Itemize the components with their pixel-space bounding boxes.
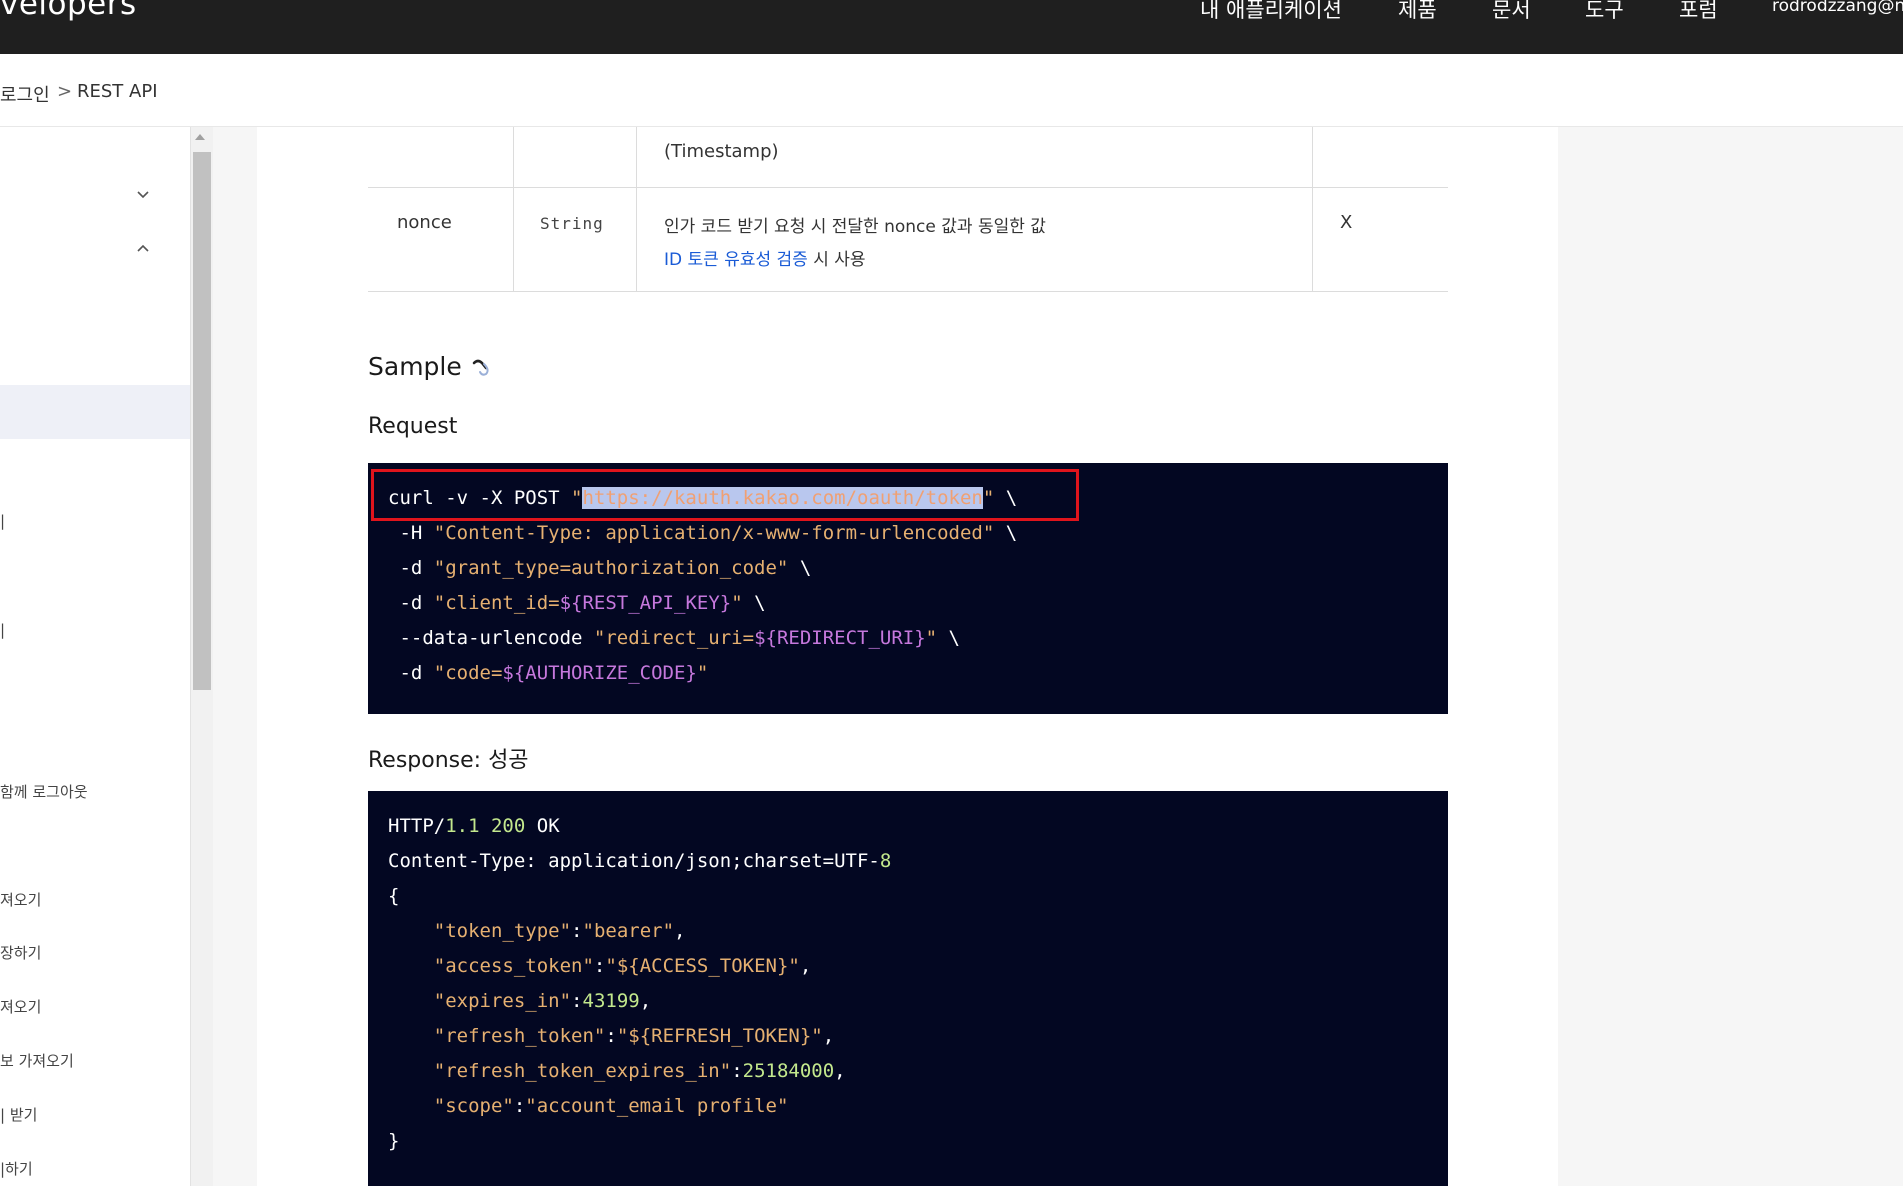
breadcrumb: 로그인 > REST API	[0, 54, 1903, 127]
sample-title: Sample	[368, 352, 462, 381]
section-heading-sample: Sample	[368, 352, 492, 381]
response-success-label: Response: 성공	[368, 748, 529, 773]
code-line: "refresh_token":"${REFRESH_TOKEN}",	[433, 1025, 835, 1047]
sidebar-item[interactable]: 장하기	[0, 942, 41, 963]
nav-tools[interactable]: 도구	[1585, 0, 1624, 24]
sidebar-item[interactable]: |하기	[0, 1158, 33, 1179]
nav-docs[interactable]: 문서	[1492, 0, 1531, 24]
table-cell-required: X	[1340, 212, 1353, 233]
sidebar-item[interactable]: | 받기	[0, 1104, 37, 1125]
table-cell-type: String	[540, 214, 604, 233]
breadcrumb-parent[interactable]: 로그인	[0, 81, 50, 107]
code-line: -d "grant_type=authorization_code" \	[388, 557, 812, 579]
code-line: -d "client_id=${REST_API_KEY}" \	[388, 592, 766, 614]
id-token-validation-link[interactable]: ID 토큰 유효성 검증	[664, 250, 808, 270]
table-cell-description: 인가 코드 받기 요청 시 전달한 nonce 값과 동일한 값	[664, 217, 1046, 237]
brand-logo-text[interactable]: velopers	[0, 0, 137, 22]
top-navigation-bar: velopers 내 애플리케이션 제품 문서 도구 포럼 rodrodzzan…	[0, 0, 1903, 54]
chevron-up-icon[interactable]	[137, 242, 149, 254]
code-line: -H "Content-Type: application/x-www-form…	[388, 522, 1018, 544]
code-line: --data-urlencode "redirect_uri=${REDIREC…	[388, 627, 960, 649]
sidebar-item[interactable]: 져오기	[0, 996, 41, 1017]
sidebar-item[interactable]: 져오기	[0, 889, 41, 910]
code-line: }	[388, 1130, 400, 1152]
anchor-link-icon[interactable]	[470, 356, 492, 378]
table-cell-name: nonce	[397, 212, 452, 233]
code-line: Content-Type: application/json;charset=U…	[388, 850, 892, 872]
nav-forum[interactable]: 포럼	[1679, 0, 1718, 24]
sidebar-item-logout-together[interactable]: 함께 로그아웃	[0, 781, 88, 802]
table-cell-description-line2: ID 토큰 유효성 검증 시 사용	[664, 245, 866, 270]
code-line: {	[388, 885, 400, 907]
red-highlight-annotation	[371, 469, 1079, 521]
code-line: "scope":"account_email profile"	[433, 1095, 789, 1117]
breadcrumb-separator: >	[57, 81, 73, 102]
table-divider	[636, 127, 637, 292]
chevron-down-icon[interactable]	[137, 189, 149, 201]
table-divider	[1312, 127, 1313, 292]
sidebar-item[interactable]: |	[0, 621, 5, 639]
content-gutter-right	[1558, 127, 1903, 1186]
code-line: HTTP/1.1 200 OK	[388, 815, 560, 837]
response-code-block[interactable]: HTTP/1.1 200 OK Content-Type: applicatio…	[368, 791, 1448, 1186]
code-line: -d "code=${AUTHORIZE_CODE}"	[388, 662, 709, 684]
sidebar-item-active[interactable]	[0, 385, 190, 439]
code-line: "refresh_token_expires_in":25184000,	[433, 1060, 846, 1082]
content-gutter-left	[213, 127, 257, 1186]
nav-my-applications[interactable]: 내 애플리케이션	[1200, 0, 1342, 24]
table-cell-description: (Timestamp)	[664, 141, 779, 162]
table-row-divider	[368, 291, 1448, 292]
request-label: Request	[368, 414, 458, 439]
scrollbar-thumb[interactable]	[193, 152, 211, 690]
nav-products[interactable]: 제품	[1398, 0, 1437, 24]
breadcrumb-current: REST API	[77, 81, 158, 102]
user-account-email[interactable]: rodrodzzang@na	[1772, 0, 1903, 16]
scroll-up-arrow-icon[interactable]	[195, 134, 205, 140]
table-row-divider	[368, 187, 1448, 188]
sidebar-item[interactable]: 보 가져오기	[0, 1050, 74, 1071]
code-line: "token_type":"bearer",	[433, 920, 686, 942]
description-suffix: 시 사용	[807, 250, 866, 270]
sidebar-nav: | | 함께 로그아웃 져오기 장하기 져오기 보 가져오기 | 받기 |하기	[0, 127, 190, 1186]
sidebar-item[interactable]: |	[0, 512, 5, 530]
code-line: "expires_in":43199,	[433, 990, 652, 1012]
code-line: "access_token":"${ACCESS_TOKEN}",	[433, 955, 812, 977]
table-divider	[513, 127, 514, 292]
